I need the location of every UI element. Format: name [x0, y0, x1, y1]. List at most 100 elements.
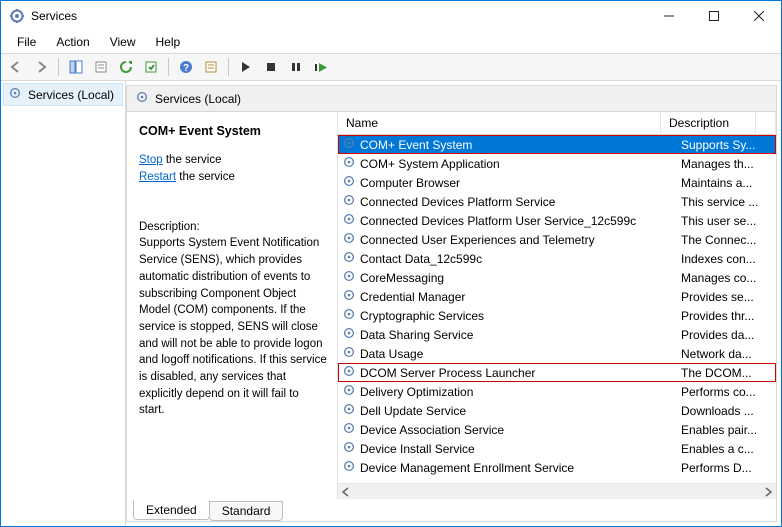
service-row[interactable]: Data Sharing ServiceProvides da...	[338, 325, 776, 344]
export-list-button[interactable]	[140, 56, 162, 78]
column-header-gutter	[756, 112, 776, 134]
close-button[interactable]	[736, 2, 781, 30]
service-row[interactable]: Data UsageNetwork da...	[338, 344, 776, 363]
service-name-cell: Device Association Service	[338, 421, 681, 438]
service-desc-cell: Manages co...	[681, 271, 776, 285]
service-name-text: Contact Data_12c599c	[360, 252, 482, 266]
properties-button[interactable]	[200, 56, 222, 78]
gear-icon	[342, 288, 356, 305]
service-desc-cell: Performs D...	[681, 461, 776, 475]
menubar: File Action View Help	[1, 31, 781, 53]
column-header-name[interactable]: Name	[338, 112, 661, 134]
menu-action[interactable]: Action	[46, 33, 99, 51]
service-desc-cell: Provides se...	[681, 290, 776, 304]
titlebar: Services	[1, 1, 781, 31]
menu-view[interactable]: View	[100, 33, 146, 51]
service-name-text: Device Management Enrollment Service	[360, 461, 574, 475]
service-name-cell: Device Management Enrollment Service	[338, 459, 681, 476]
start-service-button[interactable]	[235, 56, 257, 78]
column-header-description[interactable]: Description	[661, 112, 756, 134]
list-header: Name Description	[338, 112, 776, 135]
stop-link[interactable]: Stop	[139, 154, 163, 166]
menu-file[interactable]: File	[7, 33, 46, 51]
service-name-cell: Data Sharing Service	[338, 326, 681, 343]
gear-icon	[342, 345, 356, 362]
service-row[interactable]: Device Management Enrollment Service Perf…	[338, 458, 776, 477]
service-row[interactable]: Delivery OptimizationPerforms co...	[338, 382, 776, 401]
detail-pane: COM+ Event System Stop the service Resta…	[127, 112, 337, 499]
service-name-cell: COM+ Event System	[338, 136, 681, 153]
service-row[interactable]: Contact Data_12c599c Indexes con...	[338, 249, 776, 268]
gear-icon	[342, 440, 356, 457]
service-desc-cell: Performs co...	[681, 385, 776, 399]
service-name-text: COM+ System Application	[360, 157, 500, 171]
service-name-text: Device Install Service	[360, 442, 475, 456]
back-button[interactable]	[5, 56, 27, 78]
service-row[interactable]: DCOM Server Process LauncherThe DCOM...	[338, 363, 776, 382]
service-desc-cell: This user se...	[681, 214, 776, 228]
service-desc-cell: Indexes con...	[681, 252, 776, 266]
gear-icon	[342, 326, 356, 343]
tree-root-services-local[interactable]: Services (Local)	[3, 83, 123, 106]
service-row[interactable]: COM+ System ApplicationManages th...	[338, 154, 776, 173]
description-body: Supports System Event Notification Servi…	[139, 235, 327, 418]
service-row[interactable]: Computer BrowserMaintains a...	[338, 173, 776, 192]
show-hide-tree-button[interactable]	[65, 56, 87, 78]
gear-icon	[342, 174, 356, 191]
minimize-button[interactable]	[646, 2, 691, 30]
gear-icon	[342, 250, 356, 267]
service-name-cell: Delivery Optimization	[338, 383, 681, 400]
gear-icon	[342, 231, 356, 248]
service-name-cell: Cryptographic Services	[338, 307, 681, 324]
gear-icon	[342, 364, 356, 381]
service-name-cell: DCOM Server Process Launcher	[338, 364, 681, 381]
refresh-button[interactable]	[115, 56, 137, 78]
service-name-text: Device Association Service	[360, 423, 504, 437]
help-button[interactable]: ?	[175, 56, 197, 78]
service-row[interactable]: Device Install Service Enables a c...	[338, 439, 776, 458]
service-row[interactable]: Connected Devices Platform ServiceThis s…	[338, 192, 776, 211]
gear-icon	[342, 193, 356, 210]
maximize-button[interactable]	[691, 2, 736, 30]
gear-icon	[342, 421, 356, 438]
service-row[interactable]: COM+ Event SystemSupports Sy...	[338, 135, 776, 154]
forward-button[interactable]	[30, 56, 52, 78]
service-name-text: Connected Devices Platform Service	[360, 195, 555, 209]
pause-service-button[interactable]	[285, 56, 307, 78]
console-tree: Services (Local)	[1, 81, 126, 526]
service-row[interactable]: Device Association ServiceEnables pair..…	[338, 420, 776, 439]
service-name-cell: Connected Devices Platform Service	[338, 193, 681, 210]
gear-icon	[342, 155, 356, 172]
service-desc-cell: Enables a c...	[681, 442, 776, 456]
export-button[interactable]	[90, 56, 112, 78]
service-name-text: Cryptographic Services	[360, 309, 484, 323]
service-desc-cell: Provides da...	[681, 328, 776, 342]
gear-icon	[342, 402, 356, 419]
panel-header-label: Services (Local)	[155, 92, 241, 106]
menu-help[interactable]: Help	[146, 33, 191, 51]
services-app-icon	[9, 8, 25, 24]
service-row[interactable]: CoreMessagingManages co...	[338, 268, 776, 287]
service-row[interactable]: Credential Manager Provides se...	[338, 287, 776, 306]
service-row[interactable]: Cryptographic ServicesProvides thr...	[338, 306, 776, 325]
service-name-text: Connected User Experiences and Telemetry	[360, 233, 595, 247]
gear-icon	[8, 86, 22, 103]
service-desc-cell: Maintains a...	[681, 176, 776, 190]
service-name-cell: Dell Update Service	[338, 402, 681, 419]
stop-service-button[interactable]	[260, 56, 282, 78]
tab-extended[interactable]: Extended	[133, 500, 210, 520]
tab-standard[interactable]: Standard	[209, 501, 284, 521]
service-row[interactable]: Dell Update ServiceDownloads ...	[338, 401, 776, 420]
view-tabs: Extended Standard	[127, 499, 776, 521]
list-body[interactable]: COM+ Event SystemSupports Sy...COM+ Syst…	[338, 135, 776, 483]
service-row[interactable]: Connected User Experiences and Telemetry…	[338, 230, 776, 249]
service-row[interactable]: Connected Devices Platform User Service_…	[338, 211, 776, 230]
service-desc-cell: Supports Sy...	[681, 138, 776, 152]
restart-service-button[interactable]	[310, 56, 332, 78]
gear-icon	[342, 307, 356, 324]
gear-icon	[342, 383, 356, 400]
restart-link[interactable]: Restart	[139, 171, 176, 183]
horizontal-scrollbar[interactable]	[338, 483, 776, 499]
service-name-text: Credential Manager	[360, 290, 465, 304]
service-name-cell: Contact Data_12c599c	[338, 250, 681, 267]
